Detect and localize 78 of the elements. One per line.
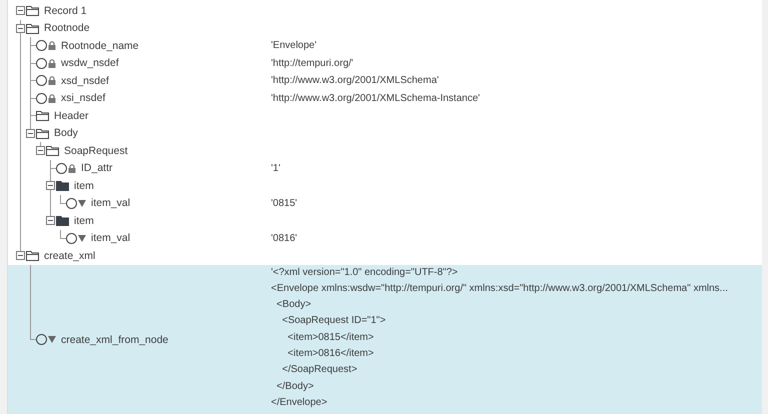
folder-icon <box>56 180 69 192</box>
value-line: <Body> <box>276 298 312 312</box>
triangle-icon <box>48 336 56 344</box>
value-line: </Envelope> <box>271 396 328 410</box>
circle-icon <box>36 334 47 346</box>
tree-row[interactable]: Header <box>8 107 762 124</box>
value-line: <item>0815</item> <box>286 330 375 345</box>
lock-icon <box>48 76 56 86</box>
collapse-icon[interactable] <box>46 216 55 226</box>
value-line: </Body> <box>276 380 315 394</box>
collapse-icon[interactable] <box>16 251 25 260</box>
collapse-icon[interactable] <box>36 146 45 156</box>
tree-row[interactable]: item <box>8 212 762 230</box>
circle-icon <box>56 162 67 174</box>
circle-icon <box>36 75 47 86</box>
node-label[interactable]: Rootnode_name <box>61 40 139 52</box>
node-label[interactable]: Rootnode <box>44 22 90 34</box>
folder-icon <box>56 215 69 226</box>
lock-icon <box>48 58 56 68</box>
circle-icon <box>36 58 47 69</box>
node-label[interactable]: create_xml_from_node <box>61 334 168 346</box>
node-label[interactable]: SoapRequest <box>64 144 128 157</box>
tree-row[interactable]: wsdw_nsdef 'http://tempuri.org/' <box>8 54 762 72</box>
tree-row[interactable]: xsd_nsdef 'http://www.w3.org/2001/XMLSchema' <box>8 72 762 90</box>
node-label[interactable]: Body <box>54 127 78 140</box>
tree-row[interactable]: create_xml <box>8 247 762 264</box>
node-value: '1' <box>271 162 280 176</box>
tree-row[interactable]: item <box>8 177 762 194</box>
value-line: <item>0816</item> <box>286 346 375 361</box>
tree-row[interactable]: item_val '0816' <box>8 230 762 247</box>
node-value: 'http://tempuri.org/' <box>271 56 354 71</box>
triangle-icon <box>78 234 86 242</box>
node-value: '0816' <box>271 232 298 246</box>
circle-icon <box>36 92 47 104</box>
node-label[interactable]: item_val <box>91 197 130 210</box>
folder-icon <box>26 22 39 34</box>
collapse-icon[interactable] <box>16 24 25 33</box>
lock-icon <box>68 164 76 173</box>
lock-icon <box>48 94 56 103</box>
node-label[interactable]: Record 1 <box>44 4 87 17</box>
folder-icon <box>26 250 39 262</box>
circle-icon <box>66 198 77 209</box>
tree-row[interactable]: Body <box>8 124 762 142</box>
tree-row[interactable]: SoapRequest <box>8 142 762 160</box>
tree-row[interactable]: Rootnode <box>8 20 762 37</box>
node-label[interactable]: xsi_nsdef <box>61 92 106 104</box>
lock-icon <box>48 41 56 50</box>
value-line: <Envelope xmlns:wsdw="http://tempuri.org/" xmlns:xsd="http://www.w3.org/2001/XMLSchema" xmlns... <box>271 282 728 296</box>
node-label[interactable]: Header <box>54 110 88 122</box>
tree-row[interactable]: Rootnode_name 'Envelope' <box>8 37 762 54</box>
value-line: </SoapRequest> <box>281 363 358 378</box>
folder-icon <box>36 110 49 122</box>
tree-row[interactable]: Record 1 <box>8 2 762 20</box>
node-value: 'http://www.w3.org/2001/XMLSchema-Instance' <box>271 92 480 106</box>
collapse-icon[interactable] <box>26 128 35 138</box>
node-value: 'http://www.w3.org/2001/XMLSchema' <box>271 74 439 88</box>
node-label[interactable]: wsdw_nsdef <box>61 57 119 70</box>
collapse-icon[interactable] <box>46 181 55 190</box>
node-label[interactable]: item <box>74 214 94 227</box>
node-label[interactable]: item <box>74 180 94 192</box>
folder-icon <box>46 145 59 156</box>
tree-row[interactable]: ID_attr '1' <box>8 160 762 177</box>
tree-row[interactable]: item_val '0815' <box>8 194 762 212</box>
node-label[interactable]: xsd_nsdef <box>61 74 109 87</box>
tree-row[interactable]: xsi_nsdef 'http://www.w3.org/2001/XMLSchema-Instance' <box>8 90 762 107</box>
node-value: '0815' <box>271 196 298 211</box>
node-label[interactable]: create_xml <box>44 250 96 262</box>
node-value: 'Envelope' <box>271 39 317 54</box>
circle-icon <box>66 232 77 244</box>
collapse-icon[interactable] <box>16 6 25 16</box>
circle-icon <box>36 40 47 52</box>
triangle-icon <box>78 200 86 207</box>
value-line: <SoapRequest ID="1"> <box>281 314 387 328</box>
node-label[interactable]: ID_attr <box>81 162 113 174</box>
node-label[interactable]: item_val <box>91 232 130 244</box>
folder-icon <box>36 128 49 139</box>
value-line: '<?xml version="1.0" encoding="UTF-8"?> <box>271 266 459 280</box>
folder-icon <box>26 5 39 16</box>
